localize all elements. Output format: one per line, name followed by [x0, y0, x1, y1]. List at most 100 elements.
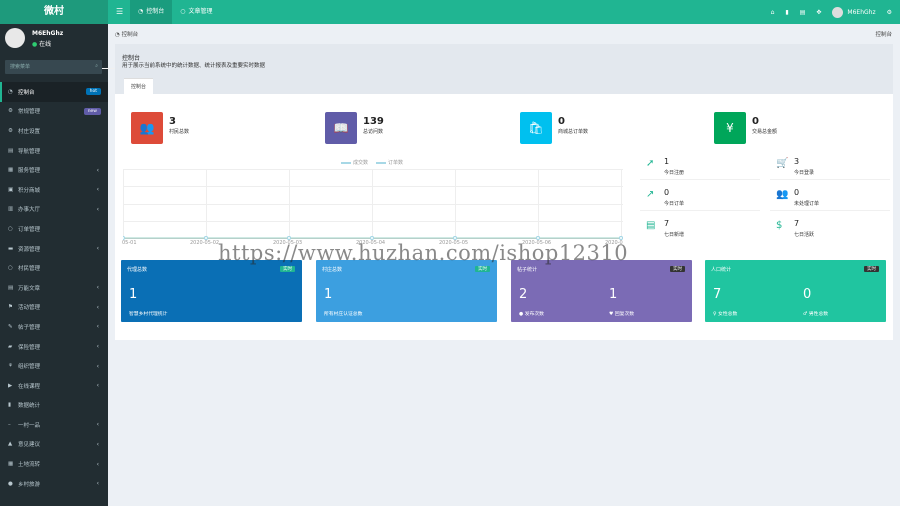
book-icon: 📖 [325, 112, 357, 144]
chevron-left-icon: ‹ [96, 245, 99, 253]
search-input[interactable]: 搜索菜单 ⌕ [5, 60, 102, 74]
card-villages: 村庄总数 实时 1 所有村庄认证总数 [316, 260, 497, 322]
search-icon[interactable]: ⌕ [95, 63, 98, 69]
online-dot-icon: ● [32, 41, 38, 48]
data-point[interactable] [536, 236, 540, 240]
sidebar-item-service[interactable]: ▦ 服务管理 ‹ [0, 160, 108, 180]
sidebar-item-insurance[interactable]: ▰ 保险管理 ‹ [0, 337, 108, 357]
sidebar-item-general[interactable]: ⚙ 常规管理 new [0, 102, 108, 122]
sidebar-item-organization[interactable]: ⚘ 组织管理 ‹ [0, 356, 108, 376]
building-icon: ▥ [8, 206, 14, 213]
chevron-left-icon: ‹ [96, 460, 99, 468]
gear-icon: ⚙ [8, 127, 13, 134]
sidebar-item-mall[interactable]: ▣ 积分商城 ‹ [0, 180, 108, 200]
area-chart-icon: ↗ [646, 189, 655, 200]
stat-week-new: ▤ 7 七日新增 [646, 219, 685, 238]
stat-pending-orders: 👥 0 未处理订单 [770, 181, 890, 211]
data-point[interactable] [370, 236, 374, 240]
sidebar-item-villagers[interactable]: ○ 村民管理 [0, 258, 108, 278]
pin-icon: ● [8, 480, 13, 487]
breadcrumb[interactable]: ◔ 控制台 [115, 30, 138, 38]
flag-icon: ⚑ [8, 304, 13, 311]
realtime-badge: 实时 [280, 266, 295, 272]
data-point[interactable] [123, 236, 125, 240]
breadcrumb-right: 控制台 [875, 32, 892, 38]
realtime-badge: 实时 [475, 266, 490, 272]
chart-icon: ▮ [8, 402, 12, 409]
folder-icon: ▬ [8, 245, 14, 252]
chevron-left-icon: ‹ [96, 421, 99, 429]
comment-icon: ✎ [8, 323, 13, 330]
data-point[interactable] [619, 236, 623, 240]
tab-dashboard-content[interactable]: 控制台 [124, 78, 153, 94]
cogs-icon: ⚙ [8, 108, 13, 115]
yen-icon: ¥ [714, 112, 746, 144]
minus-icon: – [8, 421, 11, 428]
sidebar-item-articles[interactable]: ▤ 万能文章 ‹ [0, 278, 108, 298]
tab-dashboard[interactable]: ◔ 控制台 [130, 0, 173, 24]
dashboard-icon: ◔ [8, 88, 13, 95]
realtime-badge: 实时 [670, 266, 685, 272]
rocket-icon: ➚ [646, 158, 655, 169]
dashboard-icon: ◔ [138, 8, 144, 15]
stat-week-active: $7 七日活跃 [776, 219, 815, 238]
sidebar-item-statistics[interactable]: ▮ 数据统计 [0, 396, 108, 416]
topbar-right: ⌂ ▮ ▤ ✥ M6EhGhz ⚙ [771, 0, 892, 24]
file-icon: ▤ [8, 284, 14, 291]
chevron-left-icon: ‹ [96, 303, 99, 311]
sidebar-item-courses[interactable]: ▶ 在线课程 ‹ [0, 376, 108, 396]
chevron-left-icon: ‹ [96, 166, 99, 174]
sidebar-item-posts[interactable]: ✎ 帖子管理 ‹ [0, 317, 108, 337]
infobox-villagers: 👥 3 村民总数 [119, 95, 294, 144]
fullscreen-icon[interactable]: ✥ [816, 9, 821, 16]
line-chart: 成交数 订单数 05-01 2020-05-02 2020-05-03 2020… [122, 157, 623, 246]
sidebar-item-tourism[interactable]: ● 乡村旅游 ‹ [0, 474, 108, 494]
avatar [5, 28, 25, 48]
comment-icon: ● [519, 312, 524, 317]
sidebar-item-feedback[interactable]: ▲ 意见建议 ‹ [0, 435, 108, 455]
card-population: 人口统计 实时 7 ♀ 女性总数 0 ♂ 男性总数 [705, 260, 886, 322]
app-logo[interactable]: 微村 [0, 0, 108, 24]
tab-articles[interactable]: ○ 文章管理 [172, 0, 220, 24]
users-icon: 👥 [776, 189, 789, 200]
shopping-bag-icon: 🛍 [520, 112, 552, 144]
chevron-left-icon: ‹ [96, 480, 99, 488]
settings-icon[interactable]: ⚙ [887, 9, 892, 16]
sitemap-icon: ⚘ [8, 363, 13, 370]
home-icon[interactable]: ⌂ [771, 9, 775, 16]
data-point[interactable] [453, 236, 457, 240]
topbar: ☰ ◔ 控制台 ○ 文章管理 ⌂ ▮ ▤ ✥ M6EhGhz ⚙ [108, 0, 900, 24]
sidebar-item-land[interactable]: ▦ 土地流转 ‹ [0, 454, 108, 474]
data-point[interactable] [287, 236, 291, 240]
circle-icon: ○ [8, 225, 13, 232]
list-icon: ▤ [8, 147, 14, 154]
infobox-orders: 🛍 0 商城总订单数 [508, 95, 683, 144]
grid-icon: ▦ [8, 167, 14, 174]
top-tabs: ◔ 控制台 ○ 文章管理 [130, 0, 221, 24]
menu-icon[interactable]: ☰ [116, 7, 123, 16]
data-point[interactable] [204, 236, 208, 240]
sidebar-item-dashboard[interactable]: ◔ 控制台 hot [0, 82, 108, 102]
sidebar-menu: ◔ 控制台 hot ⚙ 常规管理 new ⚙ 村庄设置 ▤ 导航管理 ▦ 服务管理 ‹ ▣ 积分商… [0, 82, 108, 493]
card-agents: 代理总数 实时 1 智慧乡村代理统计 [121, 260, 302, 322]
stats-grid: ➚ 1 今日注册 🛒 3 今日登录 ↗ 0 今日订单 👥 0 未处理订单 ▤ 7 七日新增 $7 七日… [640, 150, 890, 242]
user-menu[interactable]: M6EhGhz [832, 6, 876, 18]
sidebar-item-activities[interactable]: ⚑ 活动管理 ‹ [0, 298, 108, 318]
document-icon[interactable]: ▤ [800, 9, 806, 16]
page-description: 用于展示当前系统中的统计数据、统计报表及重要实时数据 [122, 63, 266, 69]
chevron-left-icon: ‹ [96, 382, 99, 390]
sidebar-item-nav[interactable]: ▤ 导航管理 [0, 141, 108, 161]
sidebar-item-products[interactable]: – 一村一品 ‹ [0, 415, 108, 435]
sidebar-item-orders[interactable]: ○ 订单管理 [0, 219, 108, 239]
sidebar-item-hall[interactable]: ▥ 办事大厅 ‹ [0, 200, 108, 220]
chevron-left-icon: ‹ [96, 323, 99, 331]
trash-icon[interactable]: ▮ [785, 9, 788, 16]
watermark: https://www.huzhan.com/ishop12310 [218, 241, 629, 265]
sidebar-item-village-settings[interactable]: ⚙ 村庄设置 [0, 121, 108, 141]
users-icon: 👥 [131, 112, 163, 144]
stat-today-register: ➚ 1 今日注册 [640, 150, 760, 180]
stat-today-orders: ↗ 0 今日订单 [640, 181, 760, 211]
new-badge: new [83, 107, 101, 115]
sidebar-item-resources[interactable]: ▬ 资源管理 ‹ [0, 239, 108, 259]
calendar-icon: ▤ [646, 220, 656, 231]
